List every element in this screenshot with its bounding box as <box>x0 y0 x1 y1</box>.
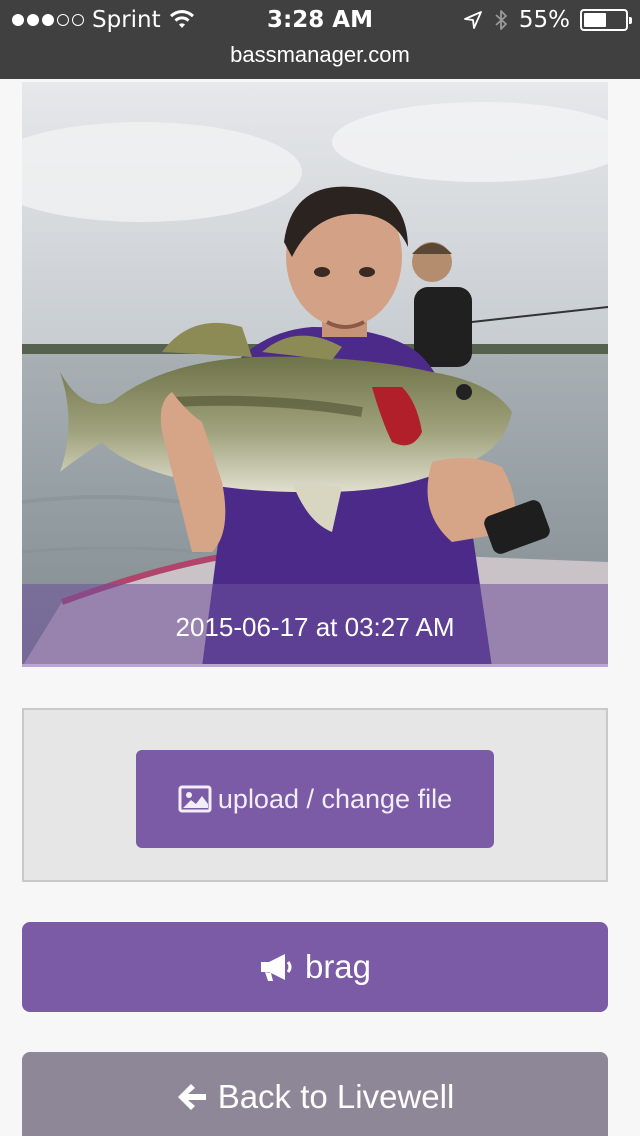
address-bar[interactable]: bassmanager.com <box>0 40 640 79</box>
battery-icon <box>580 9 632 31</box>
status-icons: 55% <box>463 7 632 33</box>
upload-panel: upload / change file <box>22 708 608 882</box>
megaphone-icon <box>260 954 292 981</box>
back-button-label: Back to Livewell <box>217 1078 455 1115</box>
image-icon <box>178 785 212 813</box>
catch-timestamp: 2015-06-17 at 03:27 AM <box>175 612 455 642</box>
catch-timestamp-band: 2015-06-17 at 03:27 AM <box>22 584 608 667</box>
catch-photo: 2015-06-17 at 03:27 AM <box>22 82 608 667</box>
back-to-livewell-button[interactable]: Back to Livewell <box>22 1052 608 1136</box>
battery-percent: 55% <box>518 7 570 33</box>
status-bar: Sprint 3:28 AM 55% <box>0 0 640 40</box>
location-arrow-icon <box>463 11 482 29</box>
upload-change-file-button[interactable]: upload / change file <box>136 750 494 848</box>
battery-level-fill <box>584 13 606 27</box>
url-text: bassmanager.com <box>230 42 410 67</box>
brag-button-label: brag <box>304 948 372 985</box>
arrow-left-icon <box>177 1084 206 1110</box>
upload-button-label: upload / change file <box>217 783 453 814</box>
bluetooth-icon <box>495 10 507 30</box>
brag-button[interactable]: brag <box>22 922 608 1012</box>
catch-photo-image <box>22 82 608 667</box>
